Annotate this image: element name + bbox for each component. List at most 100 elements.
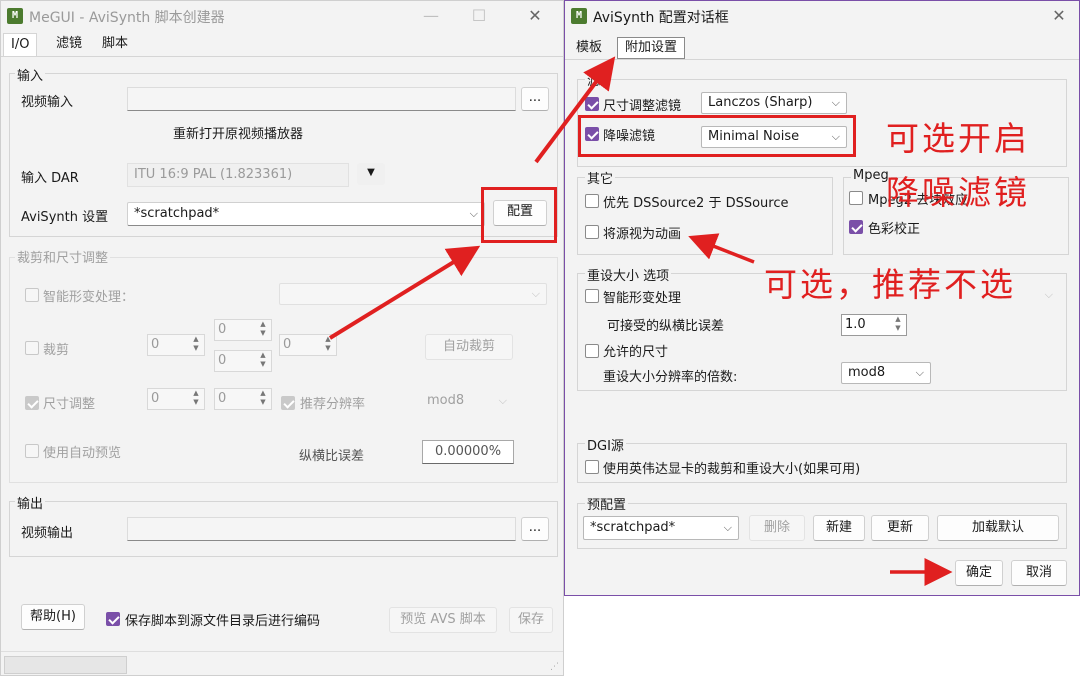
chevron-down-icon: ⌵ <box>531 287 540 300</box>
video-output-field[interactable] <box>127 517 516 541</box>
close-icon[interactable]: ✕ <box>515 1 555 31</box>
megui-app-icon: M <box>7 8 23 24</box>
close-icon[interactable]: ✕ <box>1039 1 1079 31</box>
cancel-button[interactable]: 取消 <box>1011 560 1067 586</box>
color-correct-checkbox[interactable] <box>849 220 863 234</box>
nvidia-crop-label: 使用英伟达显卡的裁剪和重设大小(如果可用) <box>603 462 861 477</box>
minimize-icon[interactable]: — <box>411 1 451 31</box>
ar-error-value: 1.0 <box>845 317 866 332</box>
recommend-res-label: 推荐分辨率 <box>300 397 366 412</box>
resize-height-spinner[interactable]: 0 ▲ ▼ <box>214 388 272 410</box>
resize-width-value: 0 <box>151 391 160 406</box>
smart-deform-checkbox[interactable] <box>585 289 599 303</box>
smart-deform-label: 智能形变处理 <box>603 291 682 306</box>
prefer-dss2-checkbox[interactable] <box>585 194 599 208</box>
aspect-error-label: 纵横比误差 <box>299 449 365 464</box>
config-highlight-box <box>481 187 557 243</box>
resize-filter-combo[interactable]: Lanczos (Sharp) ⌵ <box>701 92 847 114</box>
reopen-player-button[interactable]: 重新打开原视频播放器 <box>127 122 349 149</box>
aspect-error-field[interactable]: 0.00000% <box>422 440 514 464</box>
megui-tabbar: I/O 滤镜 脚本 <box>1 33 563 57</box>
avisynth-settings-combo[interactable]: *scratchpad* ⌵ <box>127 202 485 226</box>
load-default-button[interactable]: 加载默认 <box>937 515 1059 541</box>
help-button[interactable]: 帮助(H) <box>21 604 85 630</box>
allowed-size-label: 允许的尺寸 <box>603 345 669 360</box>
recommend-res-checkbox[interactable] <box>281 396 295 410</box>
tab-script[interactable]: 脚本 <box>95 33 135 55</box>
allowed-size-checkbox[interactable] <box>585 344 599 358</box>
mpeg-deblock-checkbox[interactable] <box>849 191 863 205</box>
auto-preview-checkbox[interactable] <box>25 444 39 458</box>
resize-width-spinner[interactable]: 0 ▲ ▼ <box>147 388 205 410</box>
save-button[interactable]: 保存 <box>509 607 553 633</box>
smart-deform-combo[interactable]: ⌵ <box>279 283 547 305</box>
video-input-label: 视频输入 <box>21 95 74 110</box>
video-input-browse-button[interactable]: ... <box>521 87 549 111</box>
tab-templates[interactable]: 模板 <box>569 37 609 59</box>
megui-window: M MeGUI - AviSynth 脚本创建器 — ☐ ✕ I/O 滤镜 脚本… <box>0 0 564 676</box>
tab-filters[interactable]: 滤镜 <box>49 33 89 55</box>
crop-bottom-spinner[interactable]: 0 ▲ ▼ <box>214 350 272 372</box>
dialog-tabbar: 模板 附加设置 <box>565 37 1079 60</box>
dar-field[interactable]: ITU 16:9 PAL (1.823361) <box>127 163 349 187</box>
mod-combo[interactable]: mod8 ⌵ <box>421 391 513 413</box>
preset-combo[interactable]: *scratchpad* ⌵ <box>583 516 739 540</box>
smart-deform-checkbox[interactable] <box>25 288 39 302</box>
maximize-icon[interactable]: ☐ <box>459 1 499 31</box>
crop-label: 裁剪 <box>43 343 70 358</box>
dar-label: 输入 DAR <box>21 171 79 186</box>
video-output-label: 视频输出 <box>21 526 74 541</box>
annotation-optional-not-recommended: 可选，推荐不选 <box>764 265 1016 304</box>
crop-left-value: 0 <box>151 337 160 352</box>
crop-right-spinner[interactable]: 0 ▲ ▼ <box>279 334 337 356</box>
resize-grip-icon[interactable]: ⋰ <box>550 662 559 672</box>
preset-group-label: 预配置 <box>585 494 629 513</box>
smart-deform-label: 智能形变处理： <box>43 290 135 305</box>
other-group <box>577 177 833 255</box>
resize-checkbox[interactable] <box>25 396 39 410</box>
save-encode-checkbox[interactable] <box>106 612 120 626</box>
ar-error-spinner[interactable]: 1.0 ▲ ▼ <box>841 314 907 336</box>
crop-resize-group-label: 裁剪和尺寸调整 <box>15 247 111 266</box>
tab-io[interactable]: I/O <box>3 33 38 56</box>
update-button[interactable]: 更新 <box>871 515 929 541</box>
delete-button[interactable]: 删除 <box>749 515 805 541</box>
tab-extra-settings[interactable]: 附加设置 <box>617 37 686 59</box>
crop-bottom-value: 0 <box>218 353 227 368</box>
chevron-down-icon: ⌵ <box>723 521 732 534</box>
avisynth-settings-label: AviSynth 设置 <box>21 210 109 225</box>
ok-button[interactable]: 确定 <box>955 560 1003 586</box>
dialog-titlebar: M AviSynth 配置对话框 ✕ <box>565 1 1079 31</box>
crop-top-value: 0 <box>218 322 227 337</box>
prefer-dss2-label: 优先 DSSource2 于 DSSource <box>603 196 789 211</box>
treat-animation-label: 将源视为动画 <box>603 227 682 242</box>
auto-crop-button[interactable]: 自动裁剪 <box>425 334 513 360</box>
dar-dropdown-button[interactable]: ▼ <box>357 163 385 185</box>
video-output-browse-button[interactable]: ... <box>521 517 549 541</box>
chevron-down-icon: ⌵ <box>469 207 478 220</box>
resize-options-group-label: 重设大小 选项 <box>585 265 672 284</box>
preview-avs-button[interactable]: 预览 AVS 脚本 <box>389 607 497 633</box>
video-input-field[interactable] <box>127 87 516 111</box>
megui-window-title: MeGUI - AviSynth 脚本创建器 <box>29 10 225 26</box>
treat-animation-checkbox[interactable] <box>585 225 599 239</box>
accept-ar-error-label: 可接受的纵横比误差 <box>607 319 725 334</box>
dialog-app-icon: M <box>571 8 587 24</box>
resize-multiple-label: 重设大小分辨率的倍数: <box>603 370 738 385</box>
megui-titlebar: M MeGUI - AviSynth 脚本创建器 — ☐ ✕ <box>1 1 563 31</box>
crop-top-spinner[interactable]: 0 ▲ ▼ <box>214 319 272 341</box>
mod-value: mod8 <box>427 393 465 408</box>
nvidia-crop-checkbox[interactable] <box>585 460 599 474</box>
crop-left-spinner[interactable]: 0 ▲ ▼ <box>147 334 205 356</box>
dgi-group-label: DGI源 <box>585 435 626 454</box>
crop-checkbox[interactable] <box>25 341 39 355</box>
save-encode-label: 保存脚本到源文件目录后进行编码 <box>125 614 321 629</box>
dialog-title: AviSynth 配置对话框 <box>593 10 729 26</box>
spinner-arrows-icon: ▲ ▼ <box>895 315 901 332</box>
avisynth-settings-value: *scratchpad* <box>134 206 220 221</box>
resize-filter-checkbox[interactable] <box>585 97 599 111</box>
new-button[interactable]: 新建 <box>813 515 865 541</box>
resize-multiple-combo[interactable]: mod8 ⌵ <box>841 362 931 384</box>
spinner-arrows-icon: ▲ ▼ <box>260 351 266 368</box>
crop-right-value: 0 <box>283 337 292 352</box>
